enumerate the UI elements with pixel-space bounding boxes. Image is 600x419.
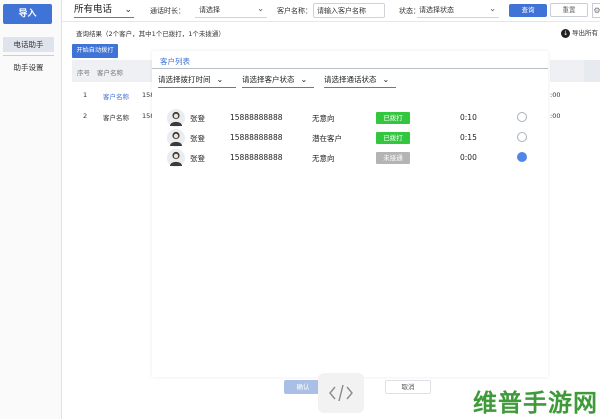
avatar-icon [167,149,185,167]
table-row-customer-link[interactable]: 客户名称 [103,91,129,101]
call-type-value: 所有电话 [74,4,113,15]
filter-bar: 所有电话 ⌄ 通话时长： 请选择 ⌄ 客户名称： 请输入客户名称 状态： 请选择… [62,0,600,22]
select-radio-selected[interactable] [517,152,527,162]
customer-phone: 15888888888 [230,133,283,142]
sidebar: 导入 电话助手 助手设置 [0,0,62,419]
column-header-customer-name: 客户名称 [97,69,123,77]
reset-button[interactable]: 重置 [550,3,588,17]
confirm-button[interactable]: 确认 [284,380,322,394]
customer-list-dialog: 客户列表 请选择拨打时间 ⌄ 请选择客户状态 ⌄ 请选择通话状态 ⌄ 张登 15888… [152,51,548,377]
call-status-badge: 已拨打 [376,112,410,124]
dialog-title-divider [152,68,548,69]
table-row-customer-name[interactable]: 客户名称 [103,112,129,122]
call-duration: 0:15 [460,133,477,142]
call-status-filter[interactable]: 请选择通话状态 ⌄ [324,72,396,88]
call-status-filter-label: 请选择通话状态 [324,75,377,84]
sidebar-item-assistant-settings[interactable]: 助手设置 [3,60,54,75]
download-icon: ↓ [561,28,570,38]
auto-dial-button[interactable]: 开始自动拨打 [72,44,118,58]
export-all-button[interactable]: ↓ 导出所有 [561,27,598,38]
avatar-icon [167,129,185,147]
table-header: 序号 客户名称 [72,60,160,82]
customer-name: 张登 [190,154,205,163]
customer-row[interactable]: 张登 15888888888 无意向 未接通 0:00 [152,149,548,167]
customer-intent: 潜在客户 [312,134,342,143]
duration-label: 通话时长： [150,7,185,15]
gear-icon[interactable]: ⚙ [592,3,600,18]
dial-time-filter[interactable]: 请选择拨打时间 ⌄ [158,72,236,88]
table-row-time: :00 [550,91,561,99]
chevron-down-icon: ⌄ [216,75,224,84]
customer-row[interactable]: 张登 15888888888 潜在客户 已拨打 0:15 [152,129,548,147]
call-duration: 0:10 [460,113,477,122]
call-duration: 0:00 [460,153,477,162]
chevron-down-icon: ⌄ [257,4,264,13]
duration-select[interactable]: 请选择 ⌄ [195,3,267,18]
customer-status-filter[interactable]: 请选择客户状态 ⌄ [242,72,314,88]
customer-phone: 15888888888 [230,153,283,162]
chevron-down-icon: ⌄ [382,75,390,84]
table-row-index: 2 [83,112,88,120]
call-status-badge: 已拨打 [376,132,410,144]
watermark: 维普手游网 [473,389,598,417]
result-summary: 查询结果（2个客户，其中1个已拨打，1个未拨通） [76,30,225,38]
customer-phone: 15888888888 [230,113,283,122]
sidebar-item-phone-assistant[interactable]: 电话助手 [3,37,54,52]
duration-value: 请选择 [199,6,220,14]
query-button[interactable]: 查询 [509,4,547,17]
customer-intent: 无意向 [312,114,335,123]
chevron-down-icon: ⌄ [300,75,308,84]
export-all-label: 导出所有 [572,29,598,37]
customer-name: 张登 [190,134,205,143]
call-status-badge: 未接通 [376,152,410,164]
avatar-icon [167,109,185,127]
select-radio[interactable] [517,132,527,142]
customer-name-placeholder: 请输入客户名称 [317,7,366,15]
table-row-time: :00 [550,112,561,120]
select-radio[interactable] [517,112,527,122]
customer-name-input[interactable]: 请输入客户名称 [313,3,385,18]
code-overlay [318,373,364,413]
chevron-down-icon: ⌄ [124,5,132,15]
customer-intent: 无意向 [312,154,335,163]
cancel-button[interactable]: 取消 [385,380,431,394]
table-header-right [550,60,600,82]
import-button[interactable]: 导入 [3,4,52,24]
status-value: 请选择状态 [419,6,454,14]
dialog-title: 客户列表 [160,57,190,66]
customer-status-filter-label: 请选择客户状态 [242,75,295,84]
customer-name: 张登 [190,114,205,123]
column-header-index: 序号 [77,69,90,77]
sidebar-divider [3,55,54,56]
call-type-select[interactable]: 所有电话 ⌄ [74,3,134,18]
table-row-index: 1 [83,91,88,99]
status-select[interactable]: 请选择状态 ⌄ [417,3,499,18]
customer-name-label: 客户名称： [277,7,312,15]
customer-row[interactable]: 张登 15888888888 无意向 已拨打 0:10 [152,109,548,127]
dial-time-filter-label: 请选择拨打时间 [158,75,211,84]
chevron-down-icon: ⌄ [489,4,496,13]
code-icon [329,384,353,402]
